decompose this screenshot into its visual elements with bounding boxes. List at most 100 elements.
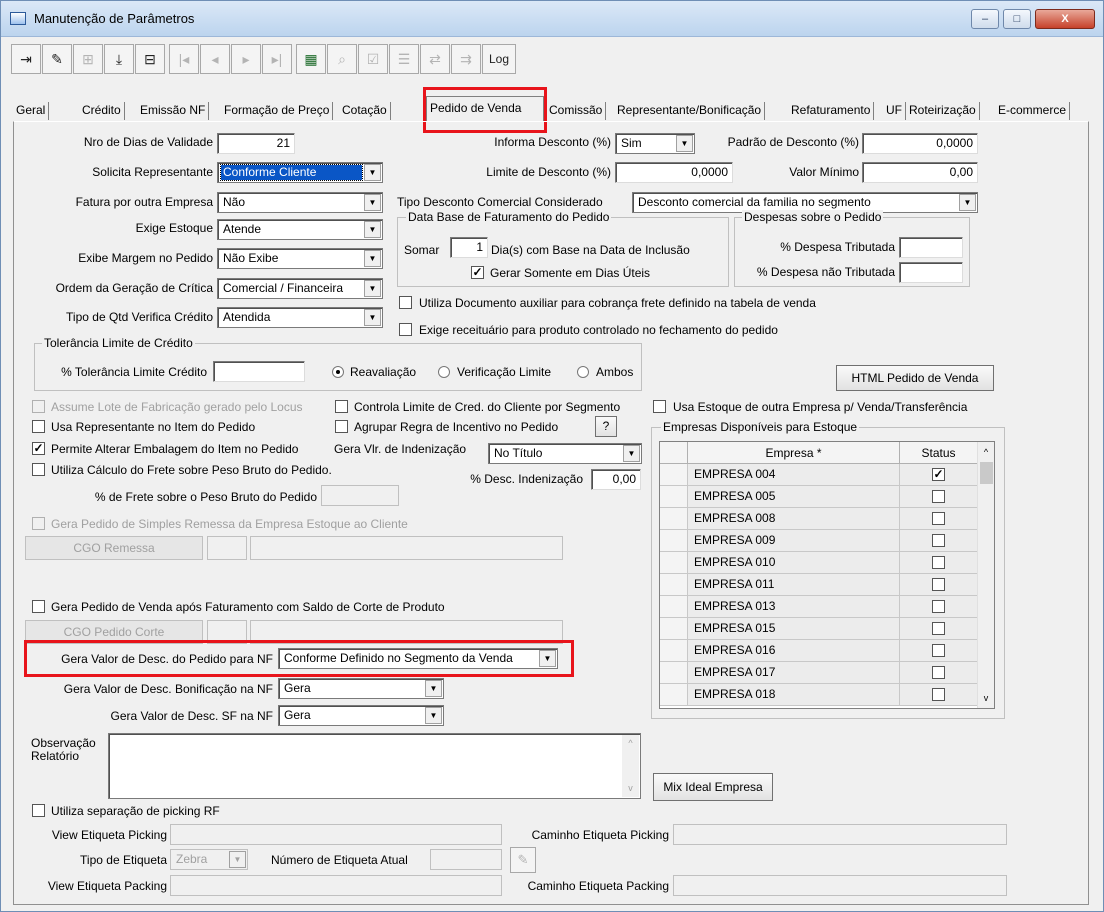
assume-lote-checkbox[interactable] (32, 400, 45, 413)
tab-representante[interactable]: Representante/Bonificação (614, 102, 766, 120)
first-record-icon[interactable]: |◂ (169, 44, 199, 74)
doc-auxiliar-checkbox[interactable] (399, 296, 412, 309)
checklist-icon[interactable]: ☑ (358, 44, 388, 74)
chevron-down-icon[interactable]: ▼ (364, 221, 381, 238)
status-checkbox[interactable]: ✓ (932, 468, 945, 481)
table-row[interactable]: EMPRESA 015 (660, 618, 978, 640)
despesa-nao-tributada-input[interactable] (899, 262, 963, 283)
maximize-button[interactable]: □ (1003, 9, 1031, 29)
status-checkbox[interactable] (932, 578, 945, 591)
help-button[interactable]: ? (595, 416, 617, 437)
log-button[interactable]: Log (482, 44, 516, 74)
reavaliacao-radio[interactable] (332, 366, 344, 378)
grid-icon[interactable]: ▦ (296, 44, 326, 74)
chevron-down-icon[interactable]: ▼ (364, 194, 381, 211)
tab-formacao-preco[interactable]: Formação de Preço (221, 102, 334, 120)
controla-limite-checkbox[interactable] (335, 400, 348, 413)
valor-minimo-input[interactable]: 0,00 (862, 162, 978, 183)
view-etiqueta-picking-input[interactable] (170, 824, 502, 845)
edit-icon[interactable]: ✎ (510, 847, 536, 873)
last-record-icon[interactable]: ▸| (262, 44, 292, 74)
table-row[interactable]: EMPRESA 016 (660, 640, 978, 662)
calculo-frete-checkbox[interactable] (32, 463, 45, 476)
observacao-textarea[interactable]: ^ v (108, 733, 641, 799)
empresa-column-header[interactable]: Empresa * (688, 442, 900, 464)
table-row[interactable]: EMPRESA 008 (660, 508, 978, 530)
list-icon[interactable]: ☰ (389, 44, 419, 74)
exige-estoque-select[interactable]: Atende ▼ (217, 219, 383, 240)
fatura-outra-empresa-select[interactable]: Não ▼ (217, 192, 383, 213)
tab-credito[interactable]: Crédito (79, 102, 125, 120)
tab-e-commerce[interactable]: E-commerce (995, 102, 1071, 120)
tab-refaturamento[interactable]: Refaturamento (788, 102, 875, 120)
empresa-name-cell[interactable]: EMPRESA 015 (688, 618, 900, 640)
permite-embalagem-checkbox[interactable]: ✓ (32, 442, 45, 455)
receituario-checkbox[interactable] (399, 323, 412, 336)
transfer-icon[interactable]: ⇄ (420, 44, 450, 74)
status-column-header[interactable]: Status (900, 442, 978, 464)
tab-geral[interactable]: Geral (13, 102, 50, 120)
empresa-name-cell[interactable]: EMPRESA 004 (688, 464, 900, 486)
empresa-name-cell[interactable]: EMPRESA 011 (688, 574, 900, 596)
tipo-qtd-select[interactable]: Atendida ▼ (217, 307, 383, 328)
exibe-margem-select[interactable]: Não Exibe ▼ (217, 248, 383, 269)
tab-cotacao[interactable]: Cotação (339, 102, 391, 120)
informa-desconto-select[interactable]: Sim ▼ (615, 133, 695, 154)
empresa-name-cell[interactable]: EMPRESA 013 (688, 596, 900, 618)
usa-repr-item-checkbox[interactable] (32, 420, 45, 433)
gera-vlr-indenizacao-select[interactable]: No Título ▼ (488, 443, 642, 464)
simples-remessa-checkbox[interactable] (32, 517, 45, 530)
empresa-name-cell[interactable]: EMPRESA 009 (688, 530, 900, 552)
status-checkbox[interactable] (932, 666, 945, 679)
scroll-down-icon[interactable]: v (622, 780, 639, 797)
status-checkbox[interactable] (932, 688, 945, 701)
close-button[interactable]: X (1035, 9, 1095, 29)
picking-rf-checkbox[interactable] (32, 804, 45, 817)
table-row[interactable]: EMPRESA 005 (660, 486, 978, 508)
somar-dias-input[interactable]: 1 (450, 237, 488, 258)
table-row[interactable]: EMPRESA 011 (660, 574, 978, 596)
empresa-name-cell[interactable]: EMPRESA 017 (688, 662, 900, 684)
table-row[interactable]: EMPRESA 004 ✓ (660, 464, 978, 486)
status-checkbox[interactable] (932, 512, 945, 525)
status-checkbox[interactable] (932, 556, 945, 569)
tab-roteirizacao[interactable]: Roteirização (906, 102, 980, 120)
ordem-critica-select[interactable]: Comercial / Financeira ▼ (217, 278, 383, 299)
scroll-up-icon[interactable]: ^ (622, 735, 639, 752)
frete-peso-bruto-input[interactable] (321, 485, 399, 506)
table-row[interactable]: EMPRESA 010 (660, 552, 978, 574)
mix-ideal-empresa-button[interactable]: Mix Ideal Empresa (653, 773, 773, 801)
chevron-down-icon[interactable]: ▼ (229, 851, 246, 868)
solicita-representante-select[interactable]: Conforme Cliente ▼ (217, 162, 383, 183)
empresas-grid[interactable]: Empresa * Status EMPRESA 004 ✓ EMPRESA 005… (659, 441, 995, 709)
empresa-name-cell[interactable]: EMPRESA 018 (688, 684, 900, 706)
tab-comissao[interactable]: Comissão (546, 102, 607, 120)
gera-valor-bonificacao-select[interactable]: Gera ▼ (278, 678, 444, 699)
export-icon[interactable]: ⇉ (451, 44, 481, 74)
scroll-up-icon[interactable]: ^ (978, 444, 994, 460)
verificacao-limite-radio[interactable] (438, 366, 450, 378)
ambos-radio[interactable] (577, 366, 589, 378)
status-checkbox[interactable] (932, 490, 945, 503)
status-checkbox[interactable] (932, 644, 945, 657)
status-checkbox[interactable] (932, 600, 945, 613)
gera-apos-faturamento-checkbox[interactable] (32, 600, 45, 613)
tab-uf[interactable]: UF (883, 102, 906, 120)
prev-record-icon[interactable]: ◂ (200, 44, 230, 74)
cgo-remessa-desc-input[interactable] (250, 536, 563, 560)
gera-valor-sf-select[interactable]: Gera ▼ (278, 705, 444, 726)
tab-emissao-nf[interactable]: Emissão NF (137, 102, 210, 120)
textarea-scrollbar[interactable]: ^ v (622, 735, 639, 797)
save-icon[interactable]: ⤓ (104, 44, 134, 74)
empresa-name-cell[interactable]: EMPRESA 016 (688, 640, 900, 662)
chevron-down-icon[interactable]: ▼ (623, 445, 640, 462)
binoculars-icon[interactable]: ⌕ (327, 44, 357, 74)
usa-estoque-outra-checkbox[interactable] (653, 400, 666, 413)
empresa-name-cell[interactable]: EMPRESA 005 (688, 486, 900, 508)
status-checkbox[interactable] (932, 622, 945, 635)
html-pedido-venda-button[interactable]: HTML Pedido de Venda (836, 365, 994, 391)
table-row[interactable]: EMPRESA 017 (660, 662, 978, 684)
cgo-remessa-button[interactable]: CGO Remessa (25, 536, 203, 560)
chevron-down-icon[interactable]: ▼ (364, 250, 381, 267)
numero-etiqueta-input[interactable] (430, 849, 502, 870)
